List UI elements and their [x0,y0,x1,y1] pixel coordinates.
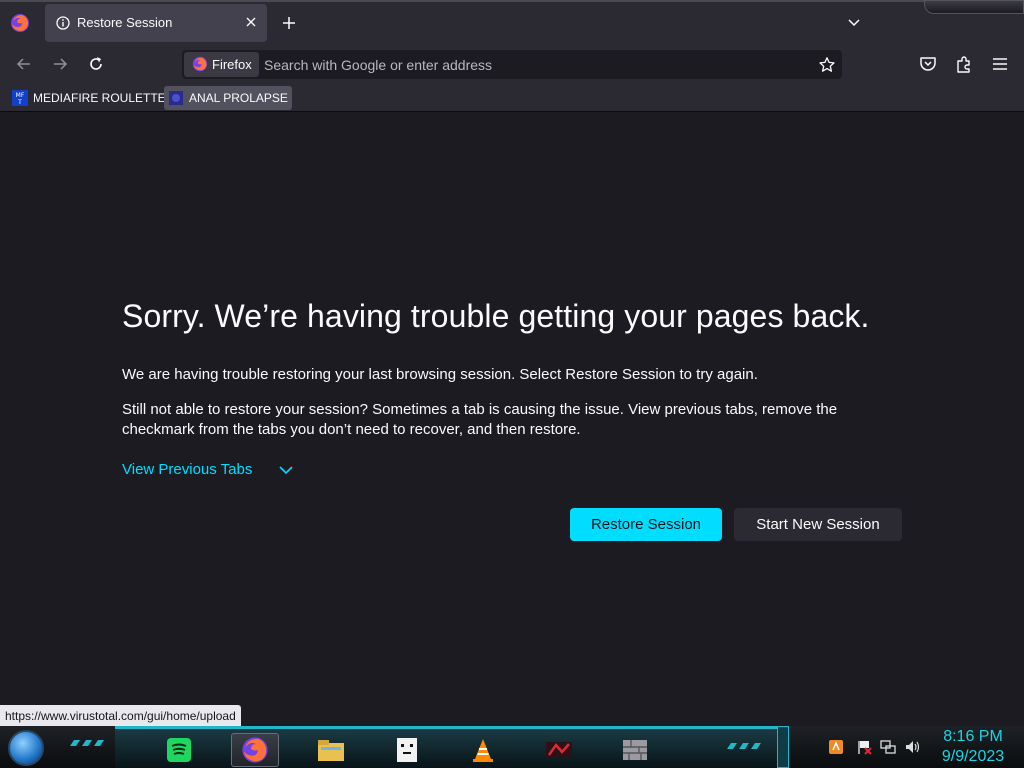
taskbar-media-app[interactable] [535,733,583,767]
hamburger-menu-icon[interactable] [990,54,1010,74]
new-tab-icon[interactable] [280,14,298,32]
bookmark-label: ANAL PROLAPSE [189,91,288,105]
identity-label: Firefox [212,57,252,72]
tab-strip: Restore Session [0,0,1024,44]
url-bar[interactable]: Firefox [182,50,842,79]
window-frame-decoration [924,0,1024,14]
mft-favicon-icon: MF T [12,90,28,106]
bookmark-item[interactable]: ANAL PROLAPSE [164,86,292,110]
view-previous-tabs-toggle[interactable]: View Previous Tabs [122,461,294,478]
folder-icon [318,740,344,761]
bookmark-label: MEDIAFIRE ROULETTER [33,91,175,105]
spotify-icon [167,738,191,762]
help-text: Still not able to restore your session? … [122,401,838,438]
taskbar: 8:16 PM 9/9/2023 [0,726,1024,768]
taskbar-stone-app[interactable] [611,733,659,767]
address-input[interactable] [264,54,804,75]
taskbar-game-app[interactable] [383,733,431,767]
flag-icon[interactable] [856,739,872,755]
close-tab-icon[interactable] [243,14,259,30]
blue-favicon-icon [169,91,183,105]
forward-icon[interactable] [50,54,70,74]
firefox-menu-icon[interactable] [10,13,30,33]
taskbar-apps [115,726,785,768]
stone-wall-icon [623,740,647,760]
system-clock[interactable]: 8:16 PM 9/9/2023 [938,727,1008,767]
start-new-session-button[interactable]: Start New Session [734,508,902,541]
vlc-cone-icon [473,739,493,762]
page-title: Sorry. We’re having trouble getting your… [122,298,870,334]
taskbar-file-explorer[interactable] [307,733,355,767]
list-all-tabs-icon[interactable] [845,14,863,32]
taskbar-decoration [727,743,761,749]
clock-time: 8:16 PM [943,728,1003,745]
status-link-overlay: https://www.virustotal.com/gui/home/uplo… [0,705,241,727]
pixel-character-icon [397,738,417,762]
taskbar-firefox[interactable] [231,733,279,767]
bookmarks-toolbar: MF T MEDIAFIRE ROULETTER ANAL PROLAPSE [0,84,1024,112]
bookmark-item[interactable]: MF T MEDIAFIRE ROULETTER [8,86,178,110]
info-icon [56,16,70,30]
taskbar-vlc[interactable] [459,733,507,767]
svg-text:T: T [17,99,22,106]
identity-box[interactable]: Firefox [184,52,259,77]
network-icon[interactable] [880,739,896,755]
view-previous-tabs-label: View Previous Tabs [122,461,253,478]
description-text: We are having trouble restoring your las… [122,366,758,383]
media-app-icon [546,742,572,758]
taskbar-scroll-button[interactable] [777,726,789,768]
chevron-down-icon [279,465,293,474]
svg-text:MF: MF [16,92,25,99]
taskbar-decoration [70,740,104,746]
tab-restore-session[interactable]: Restore Session [45,4,267,42]
bookmark-star-icon[interactable] [818,56,836,74]
restore-session-button[interactable]: Restore Session [570,508,722,541]
firefox-icon [242,737,268,763]
taskbar-spotify[interactable] [155,733,203,767]
restore-session-page: Sorry. We’re having trouble getting your… [0,113,1024,725]
nav-toolbar: Firefox [0,44,1024,84]
back-icon[interactable] [14,54,34,74]
start-button[interactable] [8,730,44,766]
pocket-icon[interactable] [918,54,938,74]
firefox-icon [192,56,208,72]
tab-title: Restore Session [77,15,173,30]
clock-date: 9/9/2023 [941,748,1005,765]
extensions-icon[interactable] [954,54,974,74]
reload-icon[interactable] [86,54,106,74]
volume-icon[interactable] [904,739,920,755]
app-tray-icon[interactable] [828,739,844,755]
